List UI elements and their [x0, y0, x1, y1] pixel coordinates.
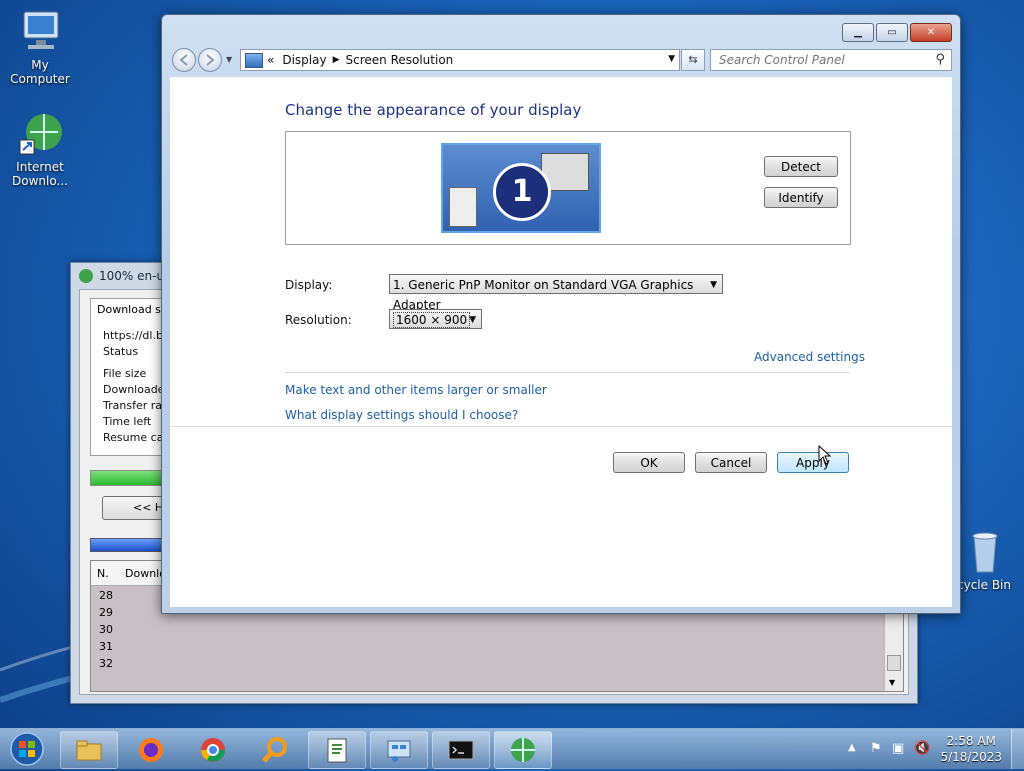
resolution-label: Resolution:	[285, 313, 352, 327]
minimize-button[interactable]: ▁	[842, 23, 874, 42]
minimize-icon: ▁	[854, 27, 862, 38]
taskbar-firefox[interactable]	[122, 731, 180, 769]
breadcrumb-chevron-icon[interactable]: ▶	[333, 55, 340, 65]
breadcrumb-overflow[interactable]: «	[267, 53, 274, 67]
idm-globe-icon	[79, 269, 93, 283]
forward-button[interactable]	[198, 48, 222, 72]
desktop-icon-label: cycle Bin	[957, 578, 1011, 592]
advanced-settings-link[interactable]: Advanced settings	[754, 350, 865, 364]
list-item: 30	[99, 623, 113, 636]
clock-time: 2:58 AM	[946, 734, 996, 748]
search-box[interactable]: ⚲	[710, 49, 952, 71]
resolution-dropdown-value: 1600 × 900	[393, 312, 471, 328]
desktop-icon-label: My Computer	[10, 58, 70, 86]
arrow-right-icon	[206, 54, 215, 66]
monitor-number-badge: 1	[493, 163, 551, 221]
display-dropdown[interactable]: 1. Generic PnP Monitor on Standard VGA G…	[389, 274, 723, 312]
footer-divider	[170, 426, 952, 427]
idm-window-title: 100% en-us	[79, 269, 170, 283]
mouse-cursor-icon	[818, 445, 832, 465]
windows-orb-icon	[10, 732, 44, 766]
refresh-button[interactable]: ⇆	[681, 49, 705, 71]
close-icon: ✕	[926, 27, 936, 38]
scroll-down-icon[interactable]: ▼	[889, 678, 895, 687]
apply-button[interactable]: Apply	[777, 452, 849, 473]
detect-button[interactable]: Detect	[764, 156, 838, 177]
taskbar-explorer[interactable]	[60, 731, 118, 769]
chevron-down-icon: ▼	[710, 280, 717, 290]
column-header-number[interactable]: N.	[97, 567, 109, 580]
idm-globe-icon	[16, 110, 64, 158]
notepad-icon	[327, 738, 347, 763]
taskbar-command-prompt[interactable]	[432, 731, 490, 769]
magnifier-icon	[262, 737, 287, 763]
close-button[interactable]: ✕	[910, 23, 952, 42]
content-area: Change the appearance of your display 1 …	[170, 77, 952, 607]
clock-date: 5/18/2023	[940, 750, 1002, 764]
folder-icon	[76, 740, 102, 761]
start-button[interactable]	[4, 730, 50, 768]
breadcrumb-screen-resolution[interactable]: Screen Resolution	[346, 53, 454, 67]
system-tray: ▲ ⚑ ▣ 🔇 2:58 AM 5/18/2023	[834, 729, 1024, 769]
clock[interactable]: 2:58 AM 5/18/2023	[940, 733, 1002, 765]
taskbar-chrome[interactable]	[184, 731, 242, 769]
show-hidden-icons-chevron-icon[interactable]: ▲	[848, 742, 856, 753]
display-label: Display:	[285, 278, 333, 292]
ok-button[interactable]: OK	[613, 452, 685, 473]
taskbar-idm[interactable]	[494, 731, 552, 769]
maximize-icon: ▭	[887, 27, 897, 38]
volume-muted-icon[interactable]: 🔇	[914, 741, 930, 756]
column-header-downloaded[interactable]: Downlo	[125, 567, 166, 580]
identify-button[interactable]: Identify	[764, 187, 838, 208]
taskbar: ▲ ⚑ ▣ 🔇 2:58 AM 5/18/2023	[0, 728, 1024, 769]
list-item: 29	[99, 606, 113, 619]
list-item: 31	[99, 640, 113, 653]
breadcrumb-display[interactable]: Display	[282, 53, 326, 67]
arrow-left-icon	[179, 54, 188, 66]
action-center-flag-icon[interactable]: ⚑	[870, 741, 882, 756]
search-icon[interactable]: ⚲	[935, 52, 945, 67]
address-dropdown-icon[interactable]: ▼	[668, 54, 675, 64]
taskbar-control-panel[interactable]	[370, 731, 428, 769]
list-item: 28	[99, 589, 113, 602]
monitor-thumbnail[interactable]: 1	[441, 143, 601, 233]
desktop-icon-my-computer[interactable]: My Computer	[0, 8, 80, 86]
address-bar[interactable]: « Display ▶ Screen Resolution ▼	[240, 49, 680, 71]
scrollbar-thumb[interactable]	[887, 655, 901, 671]
taskbar-search-tool[interactable]	[246, 731, 304, 769]
control-panel-icon	[245, 52, 263, 68]
divider	[285, 372, 850, 373]
chevron-down-icon: ▼	[469, 315, 476, 325]
search-input[interactable]	[717, 50, 931, 70]
firefox-icon	[139, 738, 163, 762]
desktop-icon-label: Internet Downlo...	[12, 160, 68, 188]
cancel-button[interactable]: Cancel	[695, 452, 767, 473]
taskbar-notepad[interactable]	[308, 731, 366, 769]
monitor-preview-sidebar	[449, 187, 477, 227]
recent-pages-dropdown-icon[interactable]: ▼	[226, 55, 232, 64]
list-item: 32	[99, 657, 113, 670]
text-size-link[interactable]: Make text and other items larger or smal…	[285, 383, 547, 397]
display-dropdown-value: 1. Generic PnP Monitor on Standard VGA G…	[393, 278, 694, 312]
desktop-icon-internet-download-manager[interactable]: Internet Downlo...	[0, 110, 80, 188]
window-caption-buttons: ▁ ▭ ✕	[842, 23, 952, 42]
network-icon[interactable]: ▣	[892, 741, 904, 756]
page-title: Change the appearance of your display	[285, 101, 582, 119]
show-desktop-button[interactable]	[1011, 729, 1024, 769]
screen-resolution-window[interactable]: ▁ ▭ ✕ ▼ « Display ▶ Screen Resolution ▼ …	[161, 14, 961, 614]
resolution-dropdown[interactable]: 1600 × 900 ▼	[389, 309, 482, 329]
chrome-icon	[201, 738, 225, 762]
refresh-icon: ⇆	[688, 53, 698, 66]
recycle-bin-icon	[960, 528, 1008, 576]
maximize-button[interactable]: ▭	[876, 23, 908, 42]
command-prompt-icon	[448, 740, 474, 760]
display-help-link[interactable]: What display settings should I choose?	[285, 408, 518, 422]
idm-globe-icon	[511, 738, 535, 762]
back-button[interactable]	[172, 48, 196, 72]
control-panel-icon	[387, 740, 411, 762]
computer-icon	[16, 8, 64, 56]
